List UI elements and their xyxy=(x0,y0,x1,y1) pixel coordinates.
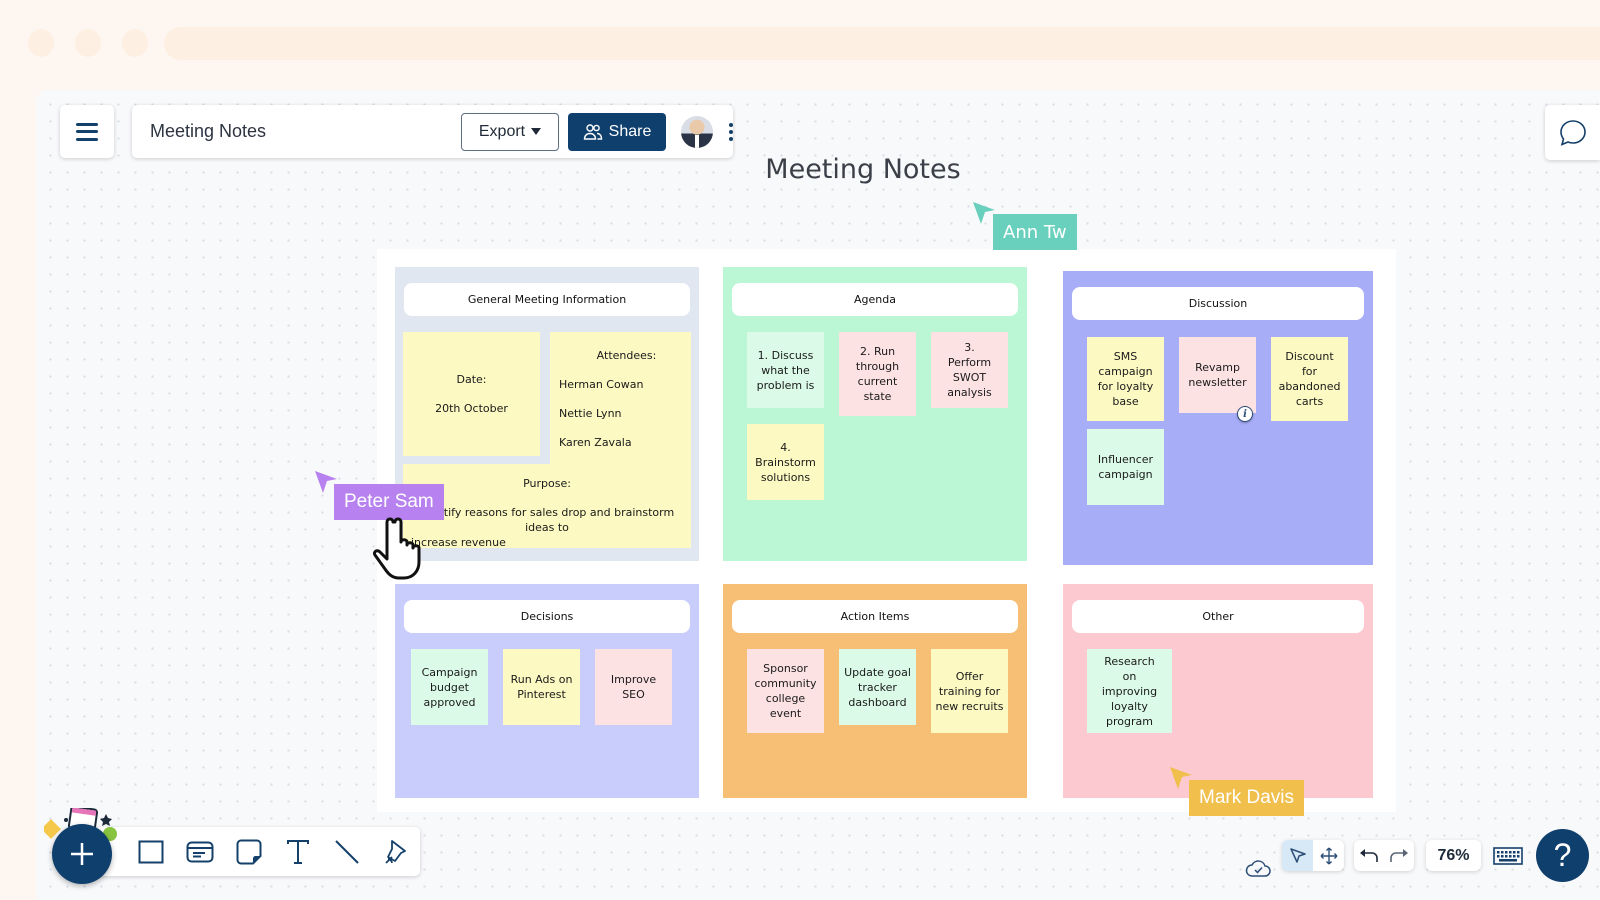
cloud-saved-icon xyxy=(1245,860,1271,877)
pen-tool[interactable] xyxy=(371,827,420,876)
discussion-note-3[interactable]: Discount for abandoned carts xyxy=(1271,337,1348,421)
window-dot xyxy=(75,29,101,57)
section-action-items[interactable]: Action Items Sponsor community college e… xyxy=(723,584,1027,798)
text-tool[interactable] xyxy=(273,827,322,876)
user-avatar[interactable] xyxy=(681,115,713,148)
rectangle-tool[interactable] xyxy=(127,827,176,876)
section-header: Discussion xyxy=(1072,287,1364,320)
pointer-icon xyxy=(1289,847,1306,863)
decision-note-2[interactable]: Run Ads on Pinterest xyxy=(503,649,580,725)
select-tool-button[interactable] xyxy=(1282,840,1313,871)
sticky-note-icon xyxy=(236,839,262,864)
line-icon xyxy=(335,839,359,864)
decision-note-3[interactable]: Improve SEO xyxy=(595,649,672,725)
section-header: Agenda xyxy=(732,283,1018,316)
section-header: Decisions xyxy=(404,600,690,633)
action-note-1[interactable]: Sponsor community college event xyxy=(747,649,824,733)
discussion-note-2[interactable]: Revamp newsletter xyxy=(1179,337,1256,413)
section-header: Action Items xyxy=(732,600,1018,633)
board-title[interactable]: Meeting Notes xyxy=(700,154,1026,185)
agenda-note-4[interactable]: 4. Brainstorm solutions xyxy=(747,424,824,500)
shape-toolbar xyxy=(95,827,420,876)
move-icon xyxy=(1320,847,1337,864)
export-label: Export xyxy=(478,122,526,140)
users-icon xyxy=(583,123,602,140)
zoom-level-button[interactable]: 76% xyxy=(1426,840,1481,871)
window-dot xyxy=(28,29,54,57)
discussion-note-4[interactable]: Influencer campaign xyxy=(1087,429,1164,505)
undo-icon[interactable] xyxy=(1359,848,1379,864)
section-discussion[interactable]: Discussion SMS campaign for loyalty base… xyxy=(1063,271,1373,565)
share-button[interactable]: Share xyxy=(568,112,666,151)
address-bar xyxy=(164,27,1600,60)
caret-down-icon xyxy=(531,128,542,135)
decision-note-1[interactable]: Campaign budget approved xyxy=(411,649,488,725)
plus-icon xyxy=(71,843,93,865)
collaborator-cursor-label: Ann Tw xyxy=(993,214,1077,250)
hand-pointer-icon xyxy=(373,517,421,580)
date-value: 20th October xyxy=(435,402,508,415)
attendees-label: Attendees: xyxy=(596,349,657,362)
section-header: General Meeting Information xyxy=(404,283,690,316)
pen-icon xyxy=(384,839,406,864)
meeting-notes-board: General Meeting Information Date: 20th O… xyxy=(377,249,1396,812)
question-mark-icon: ? xyxy=(1553,837,1572,873)
text-icon xyxy=(286,839,309,864)
history-group xyxy=(1354,840,1414,871)
agenda-note-2[interactable]: 2. Run through current state xyxy=(839,332,916,416)
date-note[interactable]: Date: 20th October xyxy=(403,332,540,456)
attendee: Nettie Lynn xyxy=(559,407,622,420)
date-label: Date: xyxy=(456,373,487,386)
card-tool[interactable] xyxy=(176,827,225,876)
share-label: Share xyxy=(608,122,652,140)
info-icon[interactable]: i xyxy=(1237,406,1253,422)
chat-bubble-icon xyxy=(1559,119,1586,146)
section-header: Other xyxy=(1072,600,1364,633)
agenda-note-1[interactable]: 1. Discuss what the problem is xyxy=(747,332,824,408)
attendees-note[interactable]: Attendees: Herman Cowan Nettie Lynn Kare… xyxy=(550,332,691,464)
attendee: Karen Zavala xyxy=(559,436,632,449)
window-dot xyxy=(122,29,148,57)
purpose-note[interactable]: Purpose: Identify reasons for sales drop… xyxy=(403,464,691,549)
discussion-note-1[interactable]: SMS campaign for loyalty base xyxy=(1087,337,1164,421)
help-button[interactable]: ? xyxy=(1536,829,1589,882)
line-tool[interactable] xyxy=(322,827,371,876)
section-decisions[interactable]: Decisions Campaign budget approved Run A… xyxy=(395,584,699,798)
hamburger-icon xyxy=(76,122,98,141)
document-title[interactable]: Meeting Notes xyxy=(150,121,461,142)
agenda-note-3[interactable]: 3. Perform SWOT analysis xyxy=(931,332,1008,408)
section-other[interactable]: Other Research on improving loyalty prog… xyxy=(1063,584,1373,798)
redo-icon[interactable] xyxy=(1389,848,1409,864)
collaborator-cursor-label: Mark Davis xyxy=(1189,780,1305,816)
window-controls xyxy=(28,29,148,57)
rectangle-icon xyxy=(138,840,164,863)
document-toolbar: Meeting Notes Export Share xyxy=(132,105,733,158)
card-icon xyxy=(186,841,214,862)
add-button[interactable] xyxy=(52,824,112,884)
purpose-label: Purpose: xyxy=(523,477,571,490)
pan-tool-button[interactable] xyxy=(1313,840,1344,871)
kebab-icon[interactable] xyxy=(729,122,733,141)
attendee: Herman Cowan xyxy=(559,378,644,391)
comments-button[interactable] xyxy=(1545,105,1600,160)
purpose-text: Identify reasons for sales drop and brai… xyxy=(419,506,675,534)
section-agenda[interactable]: Agenda 1. Discuss what the problem is 2.… xyxy=(723,267,1027,561)
other-note-1[interactable]: Research on improving loyalty program xyxy=(1087,649,1172,733)
action-note-3[interactable]: Offer training for new recruits xyxy=(931,649,1008,733)
main-menu-button[interactable] xyxy=(60,105,114,158)
sticky-note-tool[interactable] xyxy=(225,827,274,876)
export-button[interactable]: Export xyxy=(461,112,559,151)
action-note-2[interactable]: Update goal tracker dashboard xyxy=(839,649,916,725)
pointer-mode-group xyxy=(1282,840,1344,871)
keyboard-icon[interactable] xyxy=(1493,847,1523,865)
